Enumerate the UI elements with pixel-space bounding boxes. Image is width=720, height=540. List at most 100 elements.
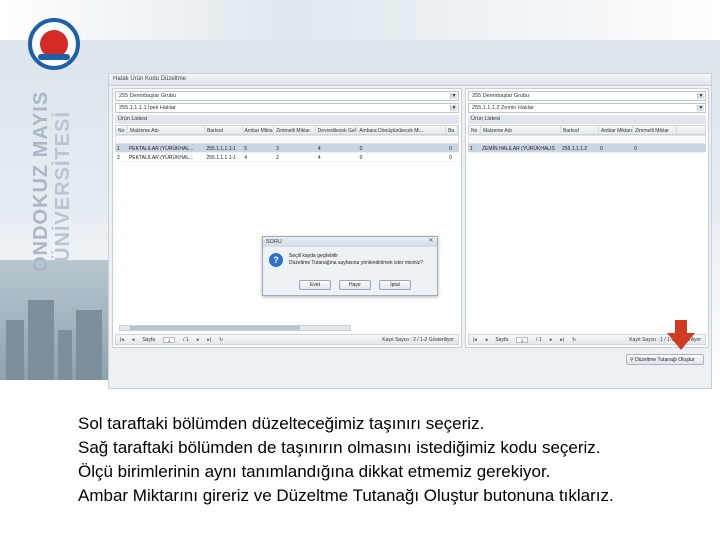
university-name-line1: ONDOKUZ MAYIS [30, 90, 52, 272]
left-code-value: 255.1.1.1.1 İpek Halılar [119, 105, 176, 111]
cell: 0 [359, 155, 363, 161]
caption-line-2: Sağ taraftaki bölümden de taşınırın olma… [78, 438, 601, 457]
chevron-down-icon[interactable]: ▼ [450, 105, 457, 111]
col-header[interactable]: Barkod [561, 126, 599, 134]
col-header[interactable]: No [116, 126, 128, 134]
col-header[interactable]: No [469, 126, 481, 134]
left-group-value: 255 Demirbaşlar Grubu [119, 93, 177, 99]
slide: ONDOKUZ MAYIS ÜNİVERSİTESİ Hatalı Ürün K… [0, 0, 720, 540]
create-report-label: Düzeltme Tutanağı Oluştur [635, 357, 695, 363]
cell: PEKTALILAR (YÜRÜKHAL... [128, 155, 194, 161]
page-input[interactable]: 1 [516, 336, 529, 343]
cell: 0 [359, 146, 363, 152]
col-header[interactable]: Devredilecek Gelen [316, 126, 358, 134]
cell: 3 [276, 146, 279, 152]
page-label: Sayfa [495, 336, 509, 343]
caption-line-3: Ölçü birimlerinin aynı tanımlandığına di… [78, 462, 551, 481]
col-header[interactable]: Ba [446, 126, 458, 134]
cell: 2 [117, 155, 120, 161]
page-of: / 1 [183, 336, 189, 343]
cell: 1 [117, 146, 120, 152]
cell: 4 [317, 155, 321, 161]
col-header[interactable]: Malzeme Adı [128, 126, 205, 134]
table-row[interactable]: 1 PEKTALILAR (YÜRÜKHAL... 255.1.1.1.1-1 … [115, 144, 459, 153]
dialog-message: Seçili kayda geçilebilir Düzeltme Tutana… [289, 253, 435, 267]
next-page-icon[interactable]: ▸ [550, 337, 553, 343]
close-icon[interactable]: ✕ [427, 238, 435, 245]
campus-photo [0, 260, 108, 380]
prev-page-icon[interactable]: ◂ [132, 337, 135, 343]
right-group-value: 255 Demirbaşlar Grubu [472, 93, 530, 99]
cell: 2 [276, 155, 279, 161]
left-table-header: No Malzeme Adı Barkod Ambar Miktarı Zimm… [115, 125, 459, 135]
prev-page-icon[interactable]: ◂ [485, 337, 488, 343]
right-code-combo[interactable]: 255.1.1.1.2 Zemin Halılar ▼ [468, 103, 706, 113]
no-button[interactable]: Hayır [339, 280, 371, 290]
right-filter-row[interactable] [468, 135, 706, 144]
university-name-line2: ÜNİVERSİTESİ [52, 111, 74, 262]
table-row[interactable]: 2 PEKTALILAR (YÜRÜKHAL... 255.1.1.1.1-1 … [115, 153, 459, 162]
col-header[interactable]: Zimmetli Miktar [633, 126, 677, 134]
caption: Sol taraftaki bölümden düzelteceğimiz ta… [78, 412, 614, 508]
dialog-title: SORU [266, 239, 282, 245]
cell: 5 [244, 146, 248, 152]
dialog-buttons: Evet Hayır İptal [299, 280, 411, 290]
first-page-icon[interactable]: |◂ [120, 337, 124, 343]
col-header[interactable]: Ambar Miktarı [243, 126, 275, 134]
left-filter-row[interactable] [115, 135, 459, 144]
right-code-value: 255.1.1.1.2 Zemin Halılar [472, 105, 534, 111]
right-section-title: Ürün Listesi [468, 115, 706, 124]
col-header[interactable]: Ambar Miktarı [599, 126, 633, 134]
left-pane: 255 Demirbaşlar Grubu ▼ 255.1.1.1.1 İpek… [112, 88, 462, 348]
first-page-icon[interactable]: |◂ [473, 337, 477, 343]
cell: 255.1.1.1.1-1 [206, 146, 236, 152]
col-header[interactable]: Barkod [205, 126, 243, 134]
cell: 0 [449, 155, 452, 161]
last-page-icon[interactable]: ▸| [207, 337, 211, 343]
page-label: Sayfa [142, 336, 156, 343]
scroll-thumb[interactable] [130, 326, 300, 330]
next-page-icon[interactable]: ▸ [197, 337, 200, 343]
background-top [0, 0, 720, 40]
right-pane: 255 Demirbaşlar Grubu ▼ 255.1.1.1.2 Zemi… [465, 88, 709, 365]
dialog-line2: Düzeltme Tutanağına sayfasına yönlendiri… [289, 260, 423, 266]
horizontal-scrollbar[interactable] [119, 325, 351, 331]
university-logo [28, 18, 80, 70]
left-pager: |◂ ◂ Sayfa 1 / 1 ▸ ▸| ↻ Kayıt Sayısı : 2… [115, 334, 459, 345]
question-icon: ? [269, 253, 283, 267]
last-page-icon[interactable]: ▸| [560, 337, 564, 343]
page-input[interactable]: 1 [163, 336, 176, 343]
yes-button[interactable]: Evet [299, 280, 331, 290]
refresh-icon[interactable]: ↻ [572, 337, 576, 343]
caption-line-1: Sol taraftaki bölümden düzelteceğimiz ta… [78, 414, 485, 433]
create-report-button[interactable]: ⚲ Düzeltme Tutanağı Oluştur [626, 354, 704, 365]
cancel-button[interactable]: İptal [379, 280, 411, 290]
cell: 4 [317, 146, 321, 152]
left-section-title: Ürün Listesi [115, 115, 459, 124]
app-window: Hatalı Ürün Kodu Düzeltme 255 Demirbaşla… [108, 73, 712, 389]
record-count: Kayıt Sayısı : 2 / 1-2 Gösteriliyor [382, 336, 454, 343]
chevron-down-icon[interactable]: ▼ [697, 105, 704, 111]
cell: 4 [244, 155, 248, 161]
cell: 255.1.1.1.2 [562, 146, 588, 152]
col-header[interactable]: Ambara Dönüştürülecek Mi... [357, 126, 447, 134]
red-arrow-icon [667, 320, 695, 350]
cell: 0 [634, 146, 637, 152]
col-header[interactable]: Zimmetli Miktar [274, 126, 316, 134]
window-title: Hatalı Ürün Kodu Düzeltme [109, 74, 711, 86]
page-of: / 1 [536, 336, 542, 343]
cell: 0 [600, 146, 603, 152]
cell: 255.1.1.1.1-1 [206, 155, 236, 161]
refresh-icon[interactable]: ↻ [219, 337, 223, 343]
table-row[interactable]: 1 ZEMİN HALILAR (YÜRÜKHALIS 255.1.1.1.2 … [468, 144, 706, 153]
right-group-combo[interactable]: 255 Demirbaşlar Grubu ▼ [468, 91, 706, 101]
dialog-line1: Seçili kayda geçilebilir [289, 253, 338, 259]
cell: 0 [449, 146, 452, 152]
col-header[interactable]: Malzeme Adı [481, 126, 561, 134]
chevron-down-icon[interactable]: ▼ [697, 93, 704, 99]
cell: PEKTALILAR (YÜRÜKHAL... [128, 146, 194, 152]
chevron-down-icon[interactable]: ▼ [450, 93, 457, 99]
dialog-titlebar: SORU ✕ [263, 237, 437, 247]
left-group-combo[interactable]: 255 Demirbaşlar Grubu ▼ [115, 91, 459, 101]
left-code-combo[interactable]: 255.1.1.1.1 İpek Halılar ▼ [115, 103, 459, 113]
